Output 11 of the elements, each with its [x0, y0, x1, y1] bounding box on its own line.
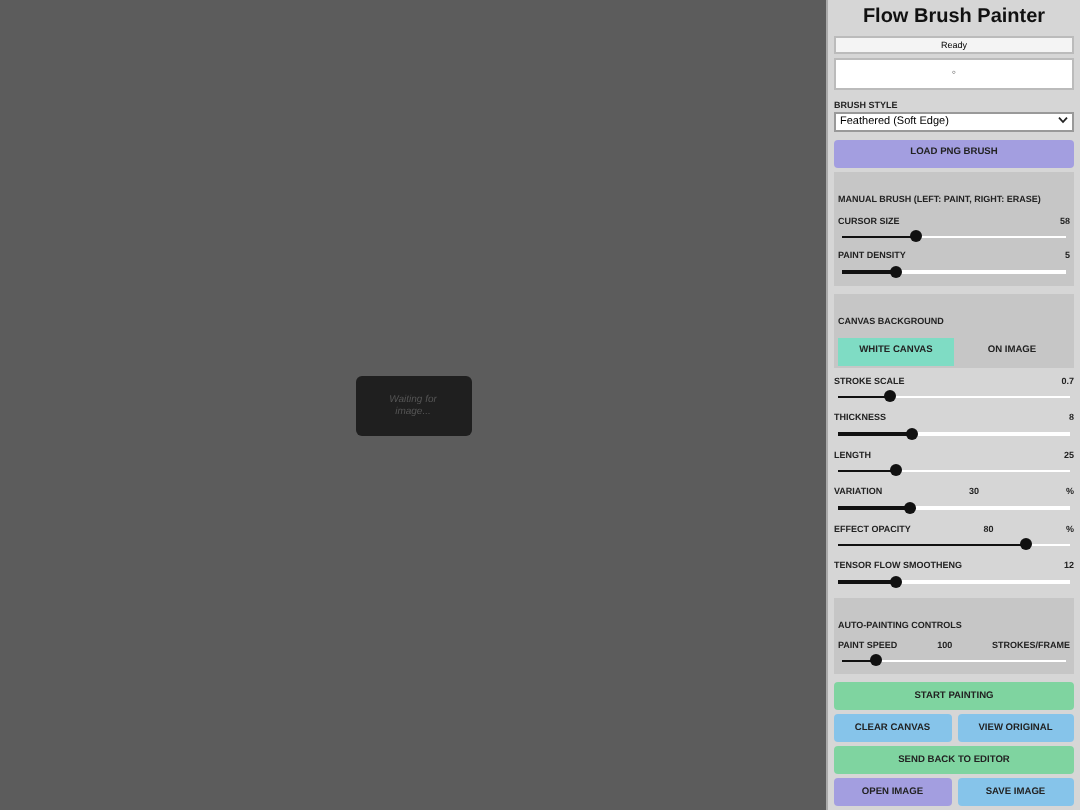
slider-thumb[interactable] — [890, 464, 902, 476]
slider-thumb[interactable] — [903, 501, 916, 513]
chevron-icon — [1058, 115, 1068, 123]
slider-thumb[interactable] — [1019, 538, 1032, 550]
slider-thumb[interactable] — [909, 230, 922, 242]
slider-thumb[interactable] — [889, 265, 902, 277]
panel-title: Flow Brush Painter — [860, 6, 1048, 28]
slider-thumb[interactable] — [883, 390, 896, 402]
slider-thumb[interactable] — [906, 427, 919, 439]
slider-thumb[interactable] — [869, 654, 882, 666]
slider-thumb[interactable] — [890, 575, 902, 587]
